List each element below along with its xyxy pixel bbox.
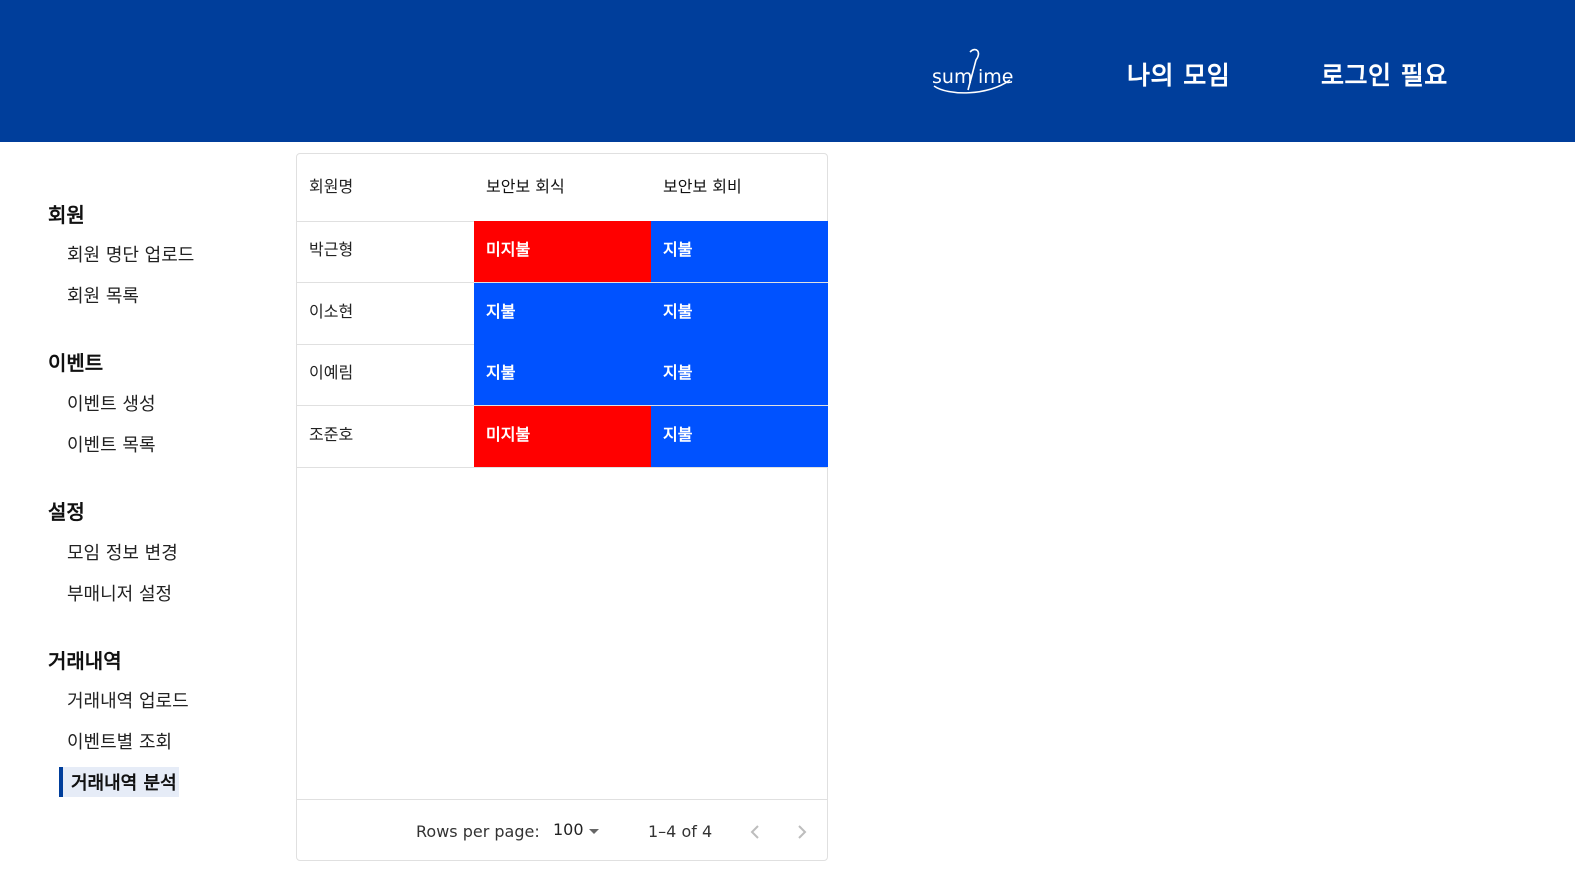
sidebar-item-submanager[interactable]: 부매니저 설정 xyxy=(67,580,172,606)
payment-status: 미지불 xyxy=(474,406,651,467)
sumtime-logo[interactable]: sum ime xyxy=(928,46,1014,98)
caret-down-icon xyxy=(589,829,599,834)
table-row[interactable]: 박근형 미지불 지불 xyxy=(297,221,828,283)
payment-status: 지불 xyxy=(651,344,828,405)
payment-status: 지불 xyxy=(651,221,828,282)
table-row[interactable]: 이소현 지불 지불 xyxy=(297,283,828,345)
next-page-button[interactable] xyxy=(788,818,816,846)
sidebar: 회원 회원 명단 업로드 회원 목록 이벤트 이벤트 생성 이벤트 목록 설정 … xyxy=(0,142,295,881)
payment-status: 미지불 xyxy=(474,221,651,282)
rows-per-page-label: Rows per page: xyxy=(416,822,540,841)
column-header-event-fee[interactable]: 보안보 회비 xyxy=(651,154,828,221)
sidebar-item-group-info[interactable]: 모임 정보 변경 xyxy=(67,539,178,565)
chevron-right-icon xyxy=(798,825,807,839)
table-row[interactable]: 이예림 지불 지불 xyxy=(297,344,828,406)
section-title-events: 이벤트 xyxy=(48,351,104,375)
app-header: sum ime 나의 모임 로그인 필요 xyxy=(0,0,1575,142)
svg-text:ime: ime xyxy=(978,66,1013,88)
sidebar-item-transaction-upload[interactable]: 거래내역 업로드 xyxy=(67,687,189,713)
column-header-member[interactable]: 회원명 xyxy=(297,154,474,221)
nav-my-groups[interactable]: 나의 모임 xyxy=(1127,56,1230,92)
sidebar-item-event-list[interactable]: 이벤트 목록 xyxy=(67,431,156,457)
rows-per-page-value: 100 xyxy=(553,820,584,839)
payment-status-table: 회원명 보안보 회식 보안보 회비 박근형 미지불 지불 이소현 지불 지불 이… xyxy=(296,153,828,861)
sidebar-item-member-upload[interactable]: 회원 명단 업로드 xyxy=(67,241,194,267)
pagination-range: 1–4 of 4 xyxy=(648,822,713,841)
member-name: 조준호 xyxy=(309,425,354,444)
payment-status: 지불 xyxy=(474,283,651,344)
payment-status: 지불 xyxy=(651,406,828,467)
member-name: 이소현 xyxy=(309,302,354,321)
member-name: 박근형 xyxy=(309,240,354,259)
svg-text:sum: sum xyxy=(932,66,972,88)
previous-page-button[interactable] xyxy=(741,818,769,846)
rows-per-page-select[interactable]: 100 xyxy=(553,820,605,842)
sidebar-item-by-event[interactable]: 이벤트별 조회 xyxy=(67,728,172,754)
nav-login-required[interactable]: 로그인 필요 xyxy=(1321,56,1448,92)
member-name: 이예림 xyxy=(309,363,354,382)
sidebar-item-event-create[interactable]: 이벤트 생성 xyxy=(67,390,156,416)
logo-mark-icon: sum ime xyxy=(932,48,1013,94)
section-title-settings: 설정 xyxy=(48,500,85,524)
sidebar-item-transaction-analysis[interactable]: 거래내역 분석 xyxy=(59,767,179,797)
column-header-event-dinner[interactable]: 보안보 회식 xyxy=(474,154,651,221)
chevron-left-icon xyxy=(750,825,759,839)
table-row[interactable]: 조준호 미지불 지불 xyxy=(297,406,828,468)
section-title-transactions: 거래내역 xyxy=(48,649,122,673)
payment-status: 지불 xyxy=(474,344,651,405)
table-pagination: Rows per page: 100 1–4 of 4 xyxy=(297,799,827,861)
table-header: 회원명 보안보 회식 보안보 회비 xyxy=(297,154,827,222)
section-title-members: 회원 xyxy=(48,203,85,227)
payment-status: 지불 xyxy=(651,283,828,344)
sidebar-item-member-list[interactable]: 회원 목록 xyxy=(67,282,139,308)
